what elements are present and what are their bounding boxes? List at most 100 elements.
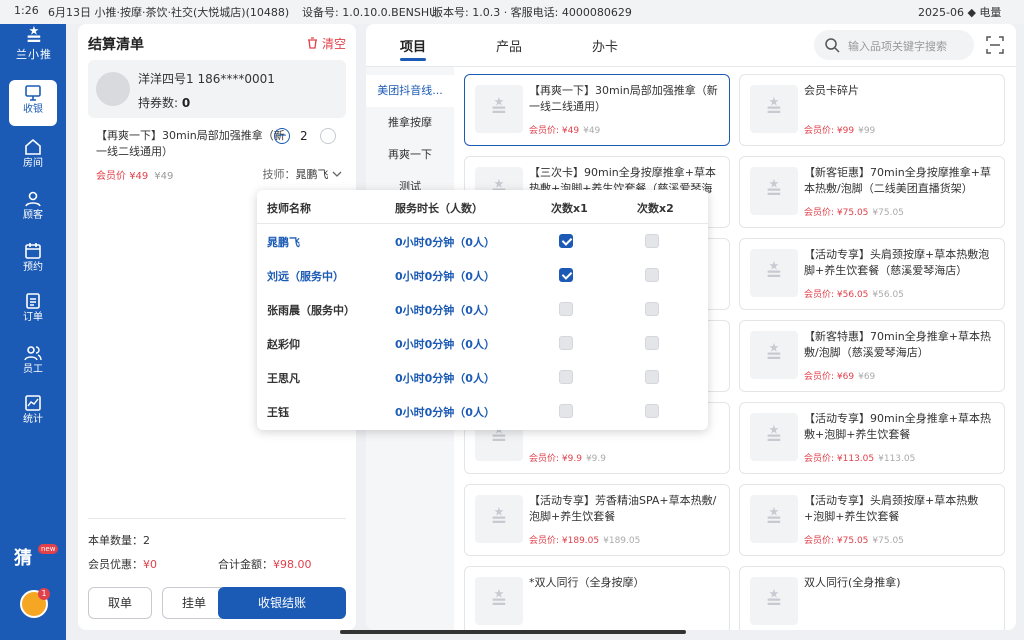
times-x1-checkbox[interactable] [559, 302, 573, 316]
times-x2-checkbox[interactable] [645, 336, 659, 350]
product-placeholder-icon: ≛ [750, 85, 798, 133]
checkout-button[interactable]: 收银结账 [218, 587, 346, 619]
technician-row[interactable]: 王钰 0小时0分钟（0人） [257, 394, 708, 428]
summary-discount: 会员优惠：¥0 [88, 558, 157, 571]
times-x1-checkbox[interactable] [559, 370, 573, 384]
times-x2-checkbox[interactable] [645, 234, 659, 248]
sidebar-item-cashier[interactable]: 收银 [9, 80, 57, 126]
clipboard-icon [26, 293, 40, 309]
product-placeholder-icon: ≛ [750, 413, 798, 461]
hold-order-button[interactable]: 挂单 [162, 587, 226, 619]
sidebar-item-customers[interactable]: 顾客 [9, 186, 57, 232]
header-duration: 服务时长（人数） [395, 202, 483, 215]
popup-header: 技师名称 服务时长（人数） 次数x1 次数x2 [257, 190, 708, 224]
notification-badge: 1 [38, 588, 50, 600]
tab-products[interactable]: 产品 [496, 36, 522, 55]
sidebar: ≛ 兰小推 收银 房间 顾客 预约 订单 员工 统计 猜 new 1 [0, 24, 66, 640]
search-input[interactable]: 输入品项关键字搜索 [814, 30, 974, 60]
times-x2-checkbox[interactable] [645, 404, 659, 418]
qty-minus-button[interactable]: − [274, 128, 290, 144]
times-x1-checkbox[interactable] [559, 336, 573, 350]
product-card[interactable]: ≛ 【活动专享】头肩颈按摩+草本热敷泡脚+养生饮套餐（慈溪爱琴海店） 会员价: ¥5… [739, 238, 1005, 310]
status-bar: 1:26 6月13日 小推·按摩·茶饮·社交(大悦城店)(10488) 设备号:… [0, 0, 1024, 24]
product-price: 会员价: ¥69¥69 [804, 372, 876, 382]
clear-button[interactable]: 清空 [307, 35, 346, 52]
category-item[interactable]: 再爽一下 [366, 139, 454, 171]
times-x2-checkbox[interactable] [645, 302, 659, 316]
status-device: 设备号: 1.0.10.0.BENSHU [302, 6, 438, 19]
member-name: 洋洋四号1 186****0001 [138, 72, 275, 86]
tech-select[interactable]: 技师：晁鹏飞 [263, 166, 343, 182]
cashier-icon [25, 85, 41, 101]
sidebar-label: 房间 [23, 158, 43, 169]
sidebar-label: 收银 [23, 104, 43, 115]
product-placeholder-icon: ≛ [475, 495, 523, 543]
technician-row[interactable]: 张雨晨（服务中） 0小时0分钟（0人） [257, 292, 708, 326]
technician-row[interactable]: 王思凡 0小时0分钟（0人） [257, 360, 708, 394]
product-price: 会员价: ¥75.05 ¥75.05 [804, 208, 904, 218]
times-x2-checkbox[interactable] [645, 370, 659, 384]
take-order-button[interactable]: 取单 [88, 587, 152, 619]
technician-name: 王思凡 [267, 372, 300, 385]
product-price: 会员价: ¥99 ¥99 [804, 126, 876, 136]
product-card[interactable]: ≛ *双人同行（全身按摩） [464, 566, 730, 630]
product-price: 会员价: ¥56.05¥56.05 [804, 290, 904, 300]
qty-plus-button[interactable] [320, 128, 336, 144]
sidebar-label: 员工 [23, 364, 43, 375]
sidebar-label: 订单 [23, 312, 43, 323]
product-placeholder-icon: ≛ [475, 577, 523, 625]
tab-cards[interactable]: 办卡 [592, 36, 618, 55]
member-coupon: 持券数: 0 [138, 96, 191, 110]
product-card[interactable]: ≛ 【新客特惠】70min全身推拿+草本热敷/泡脚（慈溪爱琴海店） 会员价: ¥69… [739, 320, 1005, 392]
technician-row[interactable]: 晁鹏飞 0小时0分钟（0人） [257, 224, 708, 258]
times-x1-checkbox[interactable] [559, 268, 573, 282]
category-item[interactable]: 推拿按摩 [366, 107, 454, 139]
product-card[interactable]: ≛ 【活动专享】芳香精油SPA+草本热敷/泡脚+养生饮套餐 会员价: ¥189.05… [464, 484, 730, 556]
product-name: 【活动专享】头肩颈按摩+草本热敷泡脚+养生饮套餐（慈溪爱琴海店） [804, 248, 990, 277]
product-card[interactable]: ≛ 双人同行(全身推拿) [739, 566, 1005, 630]
product-placeholder-icon: ≛ [750, 495, 798, 543]
product-card[interactable]: ≛ 会员卡碎片 会员价: ¥99 ¥99 [739, 74, 1005, 146]
cart-item-name: 【再爽一下】30min局部加强推拿（新一线二线通用） [96, 129, 285, 158]
category-item[interactable]: 美团抖音线... [366, 75, 454, 107]
sidebar-item-stats[interactable]: 统计 [9, 390, 57, 436]
member-card[interactable]: 洋洋四号1 186****0001 持券数: 0 [88, 60, 346, 118]
times-x1-checkbox[interactable] [559, 404, 573, 418]
product-price: 会员价: ¥189.05 ¥189.05 [529, 536, 641, 546]
sidebar-item-orders[interactable]: 订单 [9, 288, 57, 334]
product-price: 会员价: ¥9.9 ¥9.9 [529, 454, 606, 464]
status-store: 6月13日 小推·按摩·茶饮·社交(大悦城店)(10488) [48, 6, 290, 19]
staff-icon [24, 346, 42, 361]
technician-row[interactable]: 赵彩仰 0小时0分钟（0人） [257, 326, 708, 360]
sidebar-item-rooms[interactable]: 房间 [9, 134, 57, 180]
chevron-down-icon [332, 171, 342, 177]
product-name: *双人同行（全身按摩） [529, 576, 645, 589]
product-placeholder-icon: ≛ [750, 577, 798, 625]
technician-duration: 0小时0分钟（0人） [395, 406, 495, 419]
app-logo: ≛ 兰小推 [16, 26, 52, 61]
cart-title: 结算清单 [88, 37, 144, 53]
times-x2-checkbox[interactable] [645, 268, 659, 282]
times-x1-checkbox[interactable] [559, 234, 573, 248]
sidebar-item-staff[interactable]: 员工 [9, 340, 57, 386]
summary-total: 合计金额：¥98.00 [218, 558, 312, 571]
product-card[interactable]: ≛ 【活动专享】90min全身推拿+草本热敷+泡脚+养生饮套餐 会员价: ¥113.… [739, 402, 1005, 474]
technician-name: 王钰 [267, 406, 289, 419]
technician-duration: 0小时0分钟（0人） [395, 338, 495, 351]
technician-row[interactable]: 刘远（服务中） 0小时0分钟（0人） [257, 258, 708, 292]
product-card[interactable]: ≛ 【新客钜惠】70min全身按摩推拿+草本热敷/泡脚（二线美团直播货架） 会员价:… [739, 156, 1005, 228]
qty-value: 2 [300, 129, 308, 143]
technician-duration: 0小时0分钟（0人） [395, 372, 495, 385]
sidebar-item-booking[interactable]: 预约 [9, 238, 57, 284]
tab-indicator [400, 58, 426, 61]
summary-count: 本单数量：2 [88, 534, 150, 547]
product-card[interactable]: ≛ 【活动专享】头肩颈按摩+草本热敷+泡脚+养生饮套餐 会员价: ¥75.05 ¥75… [739, 484, 1005, 556]
technician-name: 张雨晨（服务中） [267, 304, 355, 317]
technician-name: 晁鹏飞 [267, 236, 300, 249]
product-price: 会员价: ¥113.05 ¥113.05 [804, 454, 916, 464]
tab-items[interactable]: 项目 [400, 36, 426, 55]
scan-icon[interactable] [986, 36, 1004, 54]
header-x1: 次数x1 [551, 202, 588, 215]
product-card[interactable]: ≛ 【再爽一下】30min局部加强推拿（新一线二线通用） 会员价: ¥49 ¥49 [464, 74, 730, 146]
product-name: 【活动专享】头肩颈按摩+草本热敷+泡脚+养生饮套餐 [804, 494, 979, 523]
